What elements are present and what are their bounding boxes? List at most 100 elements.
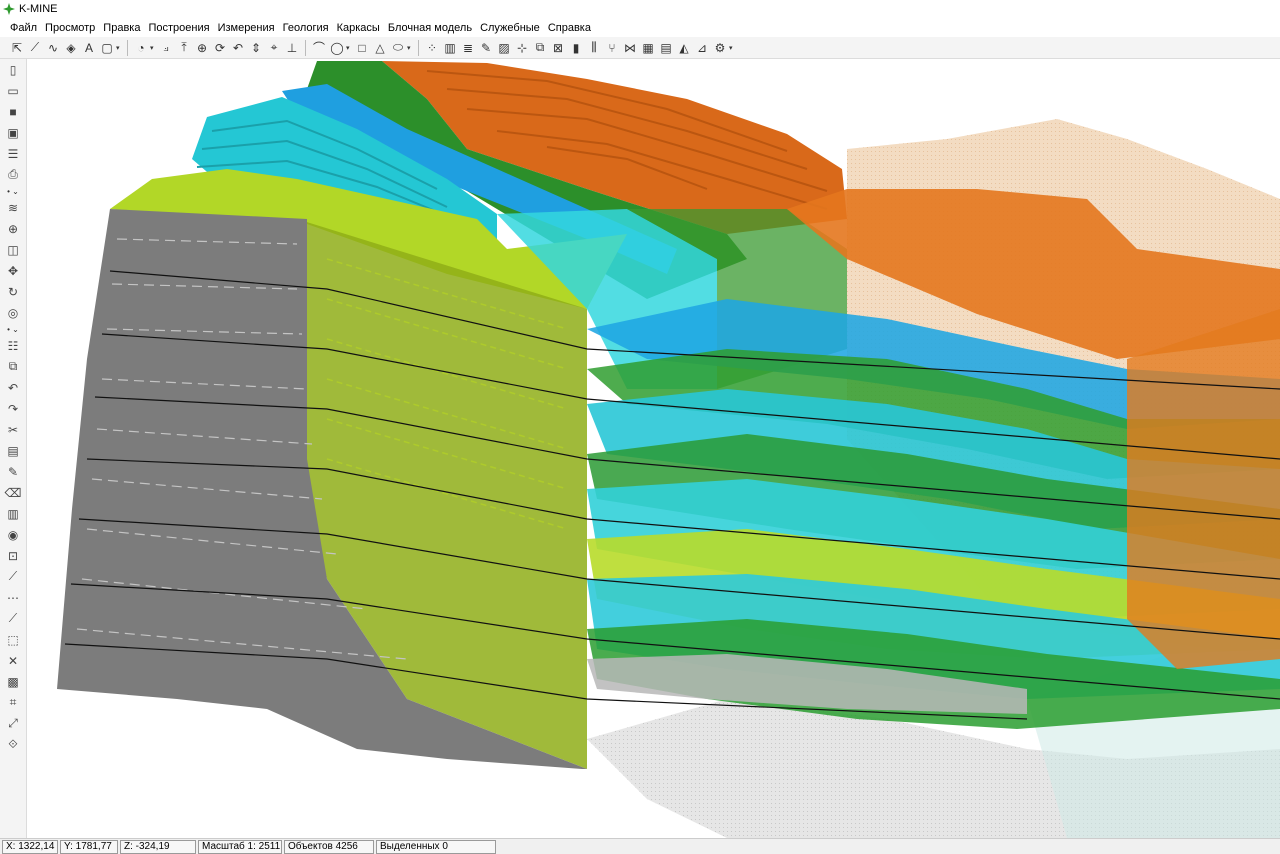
status-z-coordinate: Z: -324,19 [120, 839, 196, 854]
menu-item-9[interactable]: Справка [544, 22, 595, 34]
menu-item-1[interactable]: Просмотр [41, 22, 99, 34]
paint-icon[interactable]: ✎ [0, 461, 26, 482]
polyline-icon[interactable]: ⟋ [26, 39, 44, 57]
menu-item-0[interactable]: Файл [6, 22, 41, 34]
status-objects-count: Объектов 4256 [284, 839, 374, 854]
save-icon[interactable]: ■ [0, 101, 26, 122]
toolbar-separator [127, 39, 128, 56]
3d-viewport[interactable] [27, 59, 1280, 838]
menu-item-5[interactable]: Геология [279, 22, 333, 34]
layer-stack-icon[interactable]: ≋ [0, 197, 26, 218]
rotate-icon[interactable]: ⟳ [211, 39, 229, 57]
network-icon[interactable]: ⋈ [621, 39, 639, 57]
menu-bar: Файл Просмотр Правка Построения Измерения Гео… [0, 18, 1280, 37]
globe-icon[interactable]: ⊕ [0, 218, 26, 239]
cursor-grid-icon[interactable]: ⊹ [513, 39, 531, 57]
node-move-icon[interactable]: ⤒ [175, 39, 193, 57]
k-mine-logo-icon [3, 3, 15, 15]
select-arrow-icon[interactable]: ⇱ [8, 39, 26, 57]
redo-icon[interactable]: ↷ [0, 398, 26, 419]
new-file-icon[interactable]: ▯ [0, 59, 26, 80]
menu-item-7[interactable]: Блочная модель [384, 22, 476, 34]
diagonal-icon[interactable]: ⟋ [0, 608, 26, 629]
cut-icon[interactable]: ✂ [0, 419, 26, 440]
app-title: K-MINE [19, 3, 58, 15]
columns-icon[interactable]: ▥ [441, 39, 459, 57]
circle-tool-icon[interactable]: ◯ [328, 39, 346, 57]
arc-tool-icon[interactable]: ⌒ [310, 39, 328, 57]
dropdown-arrow-icon[interactable]: ▾ [346, 44, 353, 52]
draw-tool-icon[interactable]: ✎ [477, 39, 495, 57]
frame-icon[interactable]: ⊡ [0, 545, 26, 566]
bars-icon[interactable]: ▮ [567, 39, 585, 57]
spline-icon[interactable]: ∿ [44, 39, 62, 57]
orbit-icon[interactable]: ◎ [0, 302, 26, 323]
block-model-scene[interactable] [27, 59, 1280, 838]
open-folder-icon[interactable]: ▭ [0, 80, 26, 101]
eraser-icon[interactable]: ⌫ [0, 482, 26, 503]
text-format-icon[interactable]: ≣ [459, 39, 477, 57]
dots-line-icon[interactable]: ⋯ [0, 587, 26, 608]
connect-icon[interactable]: ⤢ [0, 713, 26, 734]
rotate-3d-icon[interactable]: ↻ [0, 281, 26, 302]
point-icon[interactable]: ◈ [62, 39, 80, 57]
main-toolbar: ⇱ ⟋ ∿ ◈ A ▢ ▾ ◔ ▾ ⟓ ⤒ ⊕ ⟳ ↶ ⇕ ⌖ ⊥ ⌒ ◯ ▾ □ △ ⬭ ▾ ⁘ ▥ ≣ ✎ ▨ ⊹ ⧉ ⊠ ▮ ⫼ ⑂ ⋈ ▦ ▤ ◭ ⊿… [0, 37, 1280, 59]
node-edit-icon[interactable]: ⟓ [157, 39, 175, 57]
text-icon[interactable]: A [80, 39, 98, 57]
circle-menu-icon[interactable]: ◔ [132, 39, 150, 57]
toolbar-separator [305, 39, 306, 56]
arc-icon[interactable]: ↶ [229, 39, 247, 57]
status-x-coordinate: X: 1322,14 [2, 839, 58, 854]
image-icon[interactable]: ▣ [0, 122, 26, 143]
fill-icon[interactable]: ▩ [0, 671, 26, 692]
hatch-icon[interactable]: ▨ [495, 39, 513, 57]
right-layer-slabs [587, 299, 1280, 729]
rectangle-tool-icon[interactable]: □ [353, 39, 371, 57]
copy-icon[interactable]: ⧉ [0, 356, 26, 377]
pan-icon[interactable]: ✥ [0, 260, 26, 281]
triangle-tool-icon[interactable]: △ [371, 39, 389, 57]
status-bar: X: 1322,14 Y: 1781,77 Z: -324,19 Масштаб… [0, 838, 1280, 854]
copy-window-icon[interactable]: ⧉ [531, 39, 549, 57]
dropdown-arrow-icon[interactable]: ▾ [116, 44, 123, 52]
cross-box-icon[interactable]: ⊠ [549, 39, 567, 57]
node-add-icon[interactable]: ⊕ [193, 39, 211, 57]
crop-icon[interactable]: ⌗ [0, 692, 26, 713]
level-icon[interactable]: ⊥ [283, 39, 301, 57]
print-icon[interactable]: ⎙ [0, 164, 26, 185]
delete-icon[interactable]: ✕ [0, 650, 26, 671]
ellipse-tool-icon[interactable]: ⬭ [389, 39, 407, 57]
toolbar-grip-icon[interactable]: • ⌄ [0, 323, 26, 335]
scatter-icon[interactable]: ⁘ [423, 39, 441, 57]
line-measure-icon[interactable]: ⟋ [0, 566, 26, 587]
table-icon[interactable]: ▤ [657, 39, 675, 57]
grid-3d-icon[interactable]: ▦ [639, 39, 657, 57]
status-selected-count: Выделенных 0 [376, 839, 496, 854]
snap-icon[interactable]: ⌖ [265, 39, 283, 57]
dropdown-arrow-icon[interactable]: ▾ [729, 44, 736, 52]
circle-target-icon[interactable]: ◉ [0, 524, 26, 545]
undo-icon[interactable]: ↶ [0, 377, 26, 398]
menu-item-2[interactable]: Правка [99, 22, 144, 34]
surface-icon[interactable]: ◭ [675, 39, 693, 57]
pipe-icon[interactable]: ⫼ [585, 39, 603, 57]
rectangle-icon[interactable]: ▢ [98, 39, 116, 57]
menu-item-4[interactable]: Измерения [214, 22, 279, 34]
dropdown-arrow-icon[interactable]: ▾ [150, 44, 157, 52]
settings-icon[interactable]: ⚙ [711, 39, 729, 57]
dropdown-arrow-icon[interactable]: ▾ [407, 44, 414, 52]
layers-icon[interactable]: ☰ [0, 143, 26, 164]
stack-icon[interactable]: ▥ [0, 503, 26, 524]
menu-item-6[interactable]: Каркасы [333, 22, 384, 34]
transform-icon[interactable]: ⟐ [0, 734, 26, 755]
fork-icon[interactable]: ⑂ [603, 39, 621, 57]
move-icon[interactable]: ⇕ [247, 39, 265, 57]
select-box-icon[interactable]: ⬚ [0, 629, 26, 650]
list-icon[interactable]: ☷ [0, 335, 26, 356]
menu-item-3[interactable]: Построения [144, 22, 213, 34]
menu-item-8[interactable]: Служебные [476, 22, 544, 34]
cube-icon[interactable]: ◫ [0, 239, 26, 260]
paste-icon[interactable]: ▤ [0, 440, 26, 461]
profile-icon[interactable]: ⊿ [693, 39, 711, 57]
toolbar-grip-icon[interactable]: • ⌄ [0, 185, 26, 197]
